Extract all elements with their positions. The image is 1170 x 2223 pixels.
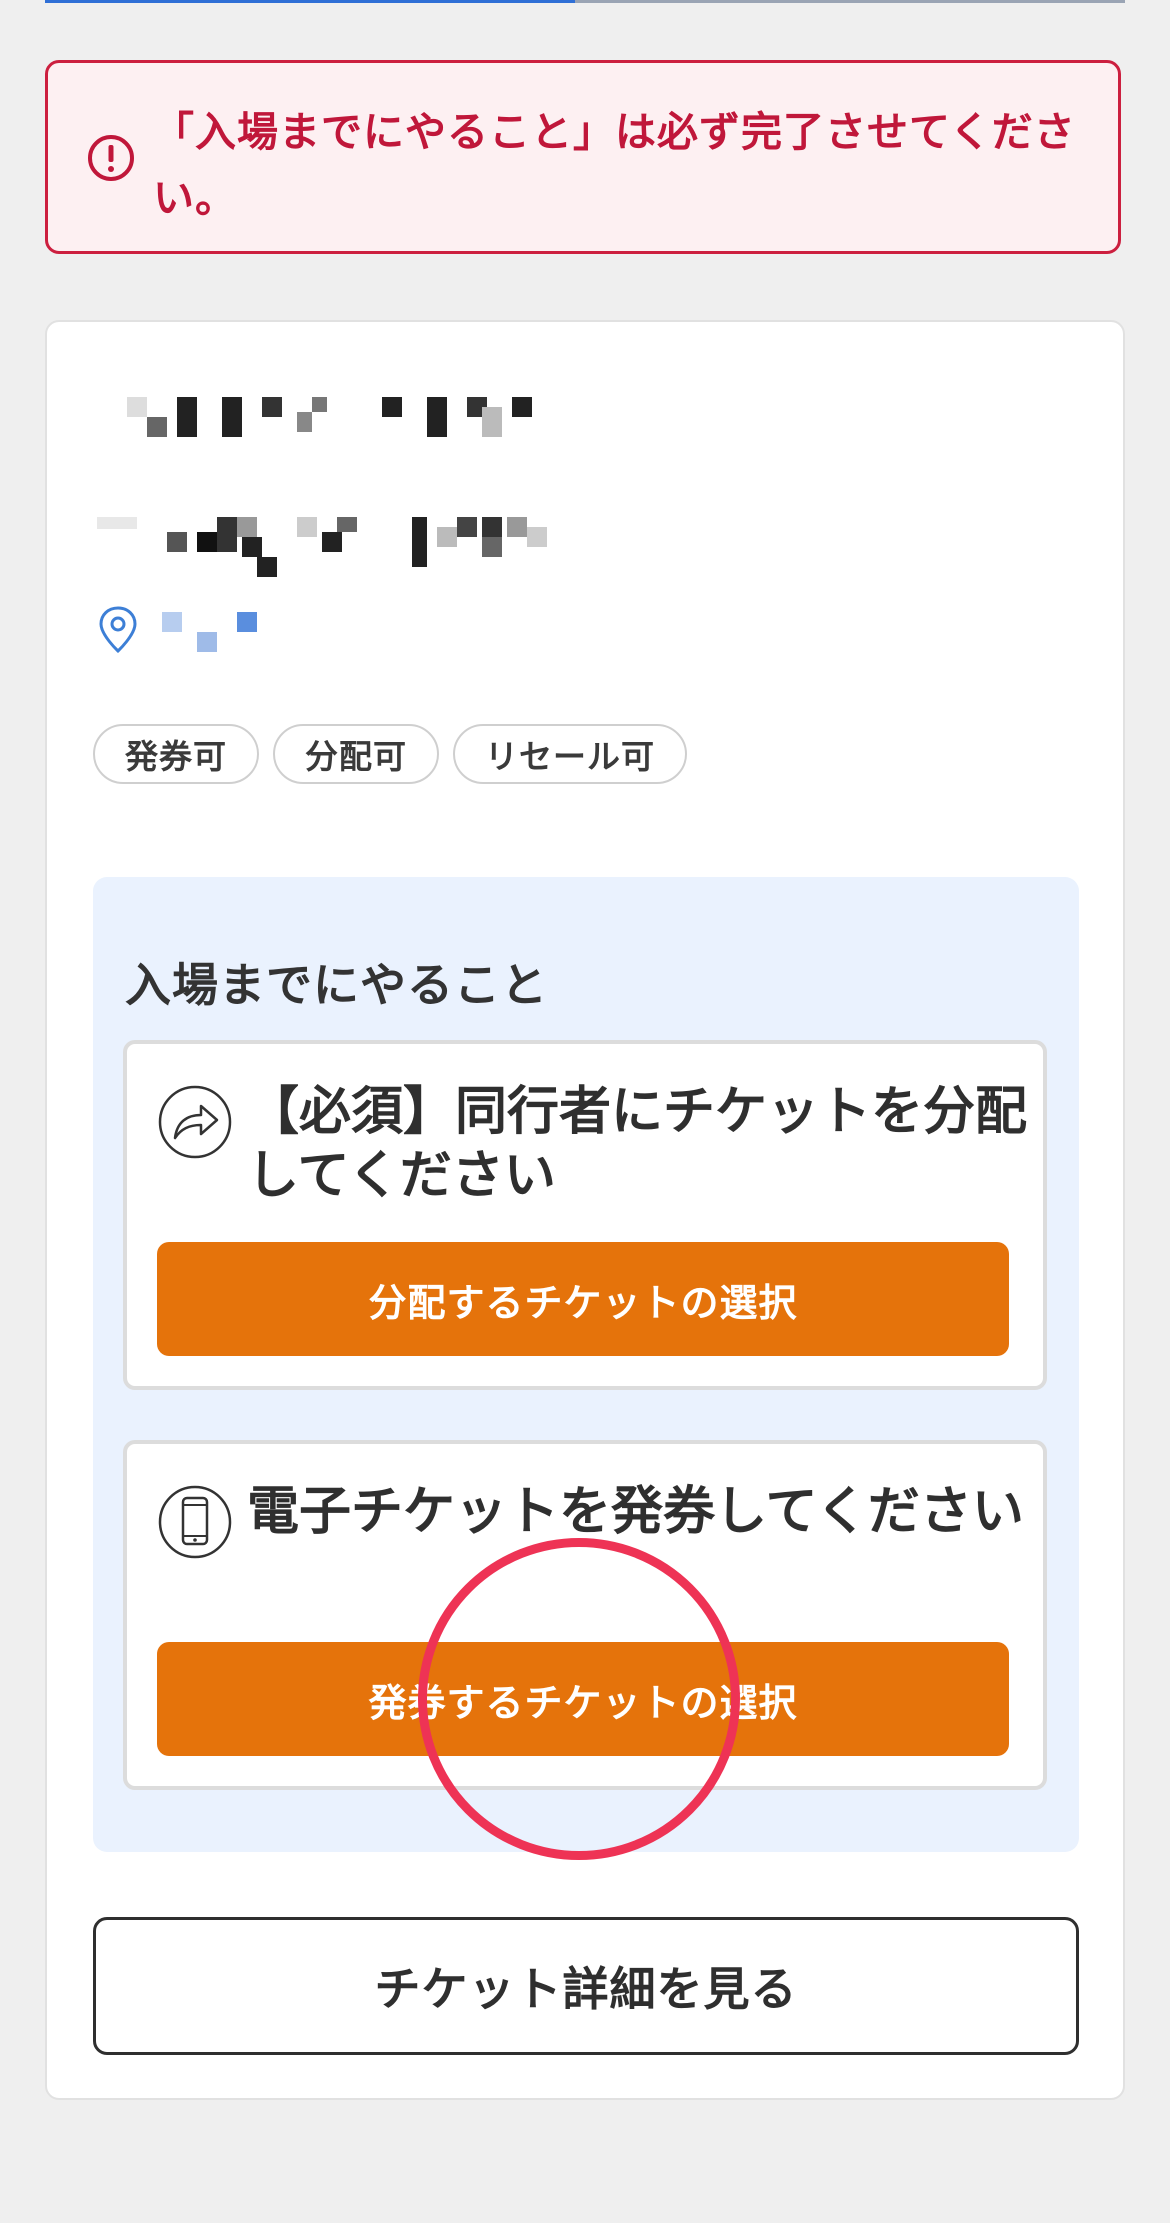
todo-title: 入場までにやること [125, 958, 548, 1012]
task-issue: 電子チケットを発券してください 発券するチケットの選択 [123, 1440, 1047, 1790]
event-title-censored [127, 397, 727, 457]
share-arrow-icon [158, 1085, 232, 1159]
ticket-card: 発券可 分配可 リセール可 入場までにやること 【必須】同行者にチケットを分配し… [45, 320, 1125, 2100]
task-distribute: 【必須】同行者にチケットを分配してください 分配するチケットの選択 [123, 1040, 1047, 1390]
select-issue-ticket-button[interactable]: 発券するチケットの選択 [157, 1642, 1009, 1756]
task-distribute-text: 【必須】同行者にチケットを分配してください [247, 1082, 1028, 1206]
tag-resale-available: リセール可 [453, 724, 687, 784]
select-distribute-ticket-button[interactable]: 分配するチケットの選択 [157, 1242, 1009, 1356]
exclamation-circle-icon [88, 135, 134, 181]
alert-message: 「入場までにやること」は必ず完了させてください。 [153, 108, 1076, 222]
smartphone-icon [158, 1485, 232, 1559]
top-divider [45, 0, 1125, 3]
alert-banner: 「入場までにやること」は必ず完了させてください。 [45, 60, 1121, 254]
todo-panel: 入場までにやること 【必須】同行者にチケットを分配してください 分配するチケット… [93, 877, 1079, 1852]
ticket-status-tags: 発券可 分配可 リセール可 [93, 724, 687, 784]
task-issue-text: 電子チケットを発券してください [247, 1482, 1024, 1542]
tag-distribute-available: 分配可 [273, 724, 439, 784]
ticket-detail-button[interactable]: チケット詳細を見る [93, 1917, 1079, 2055]
venue-name-censored [162, 612, 282, 657]
tag-issue-available: 発券可 [93, 724, 259, 784]
map-pin-icon [99, 606, 137, 654]
event-datetime-censored [97, 517, 737, 577]
